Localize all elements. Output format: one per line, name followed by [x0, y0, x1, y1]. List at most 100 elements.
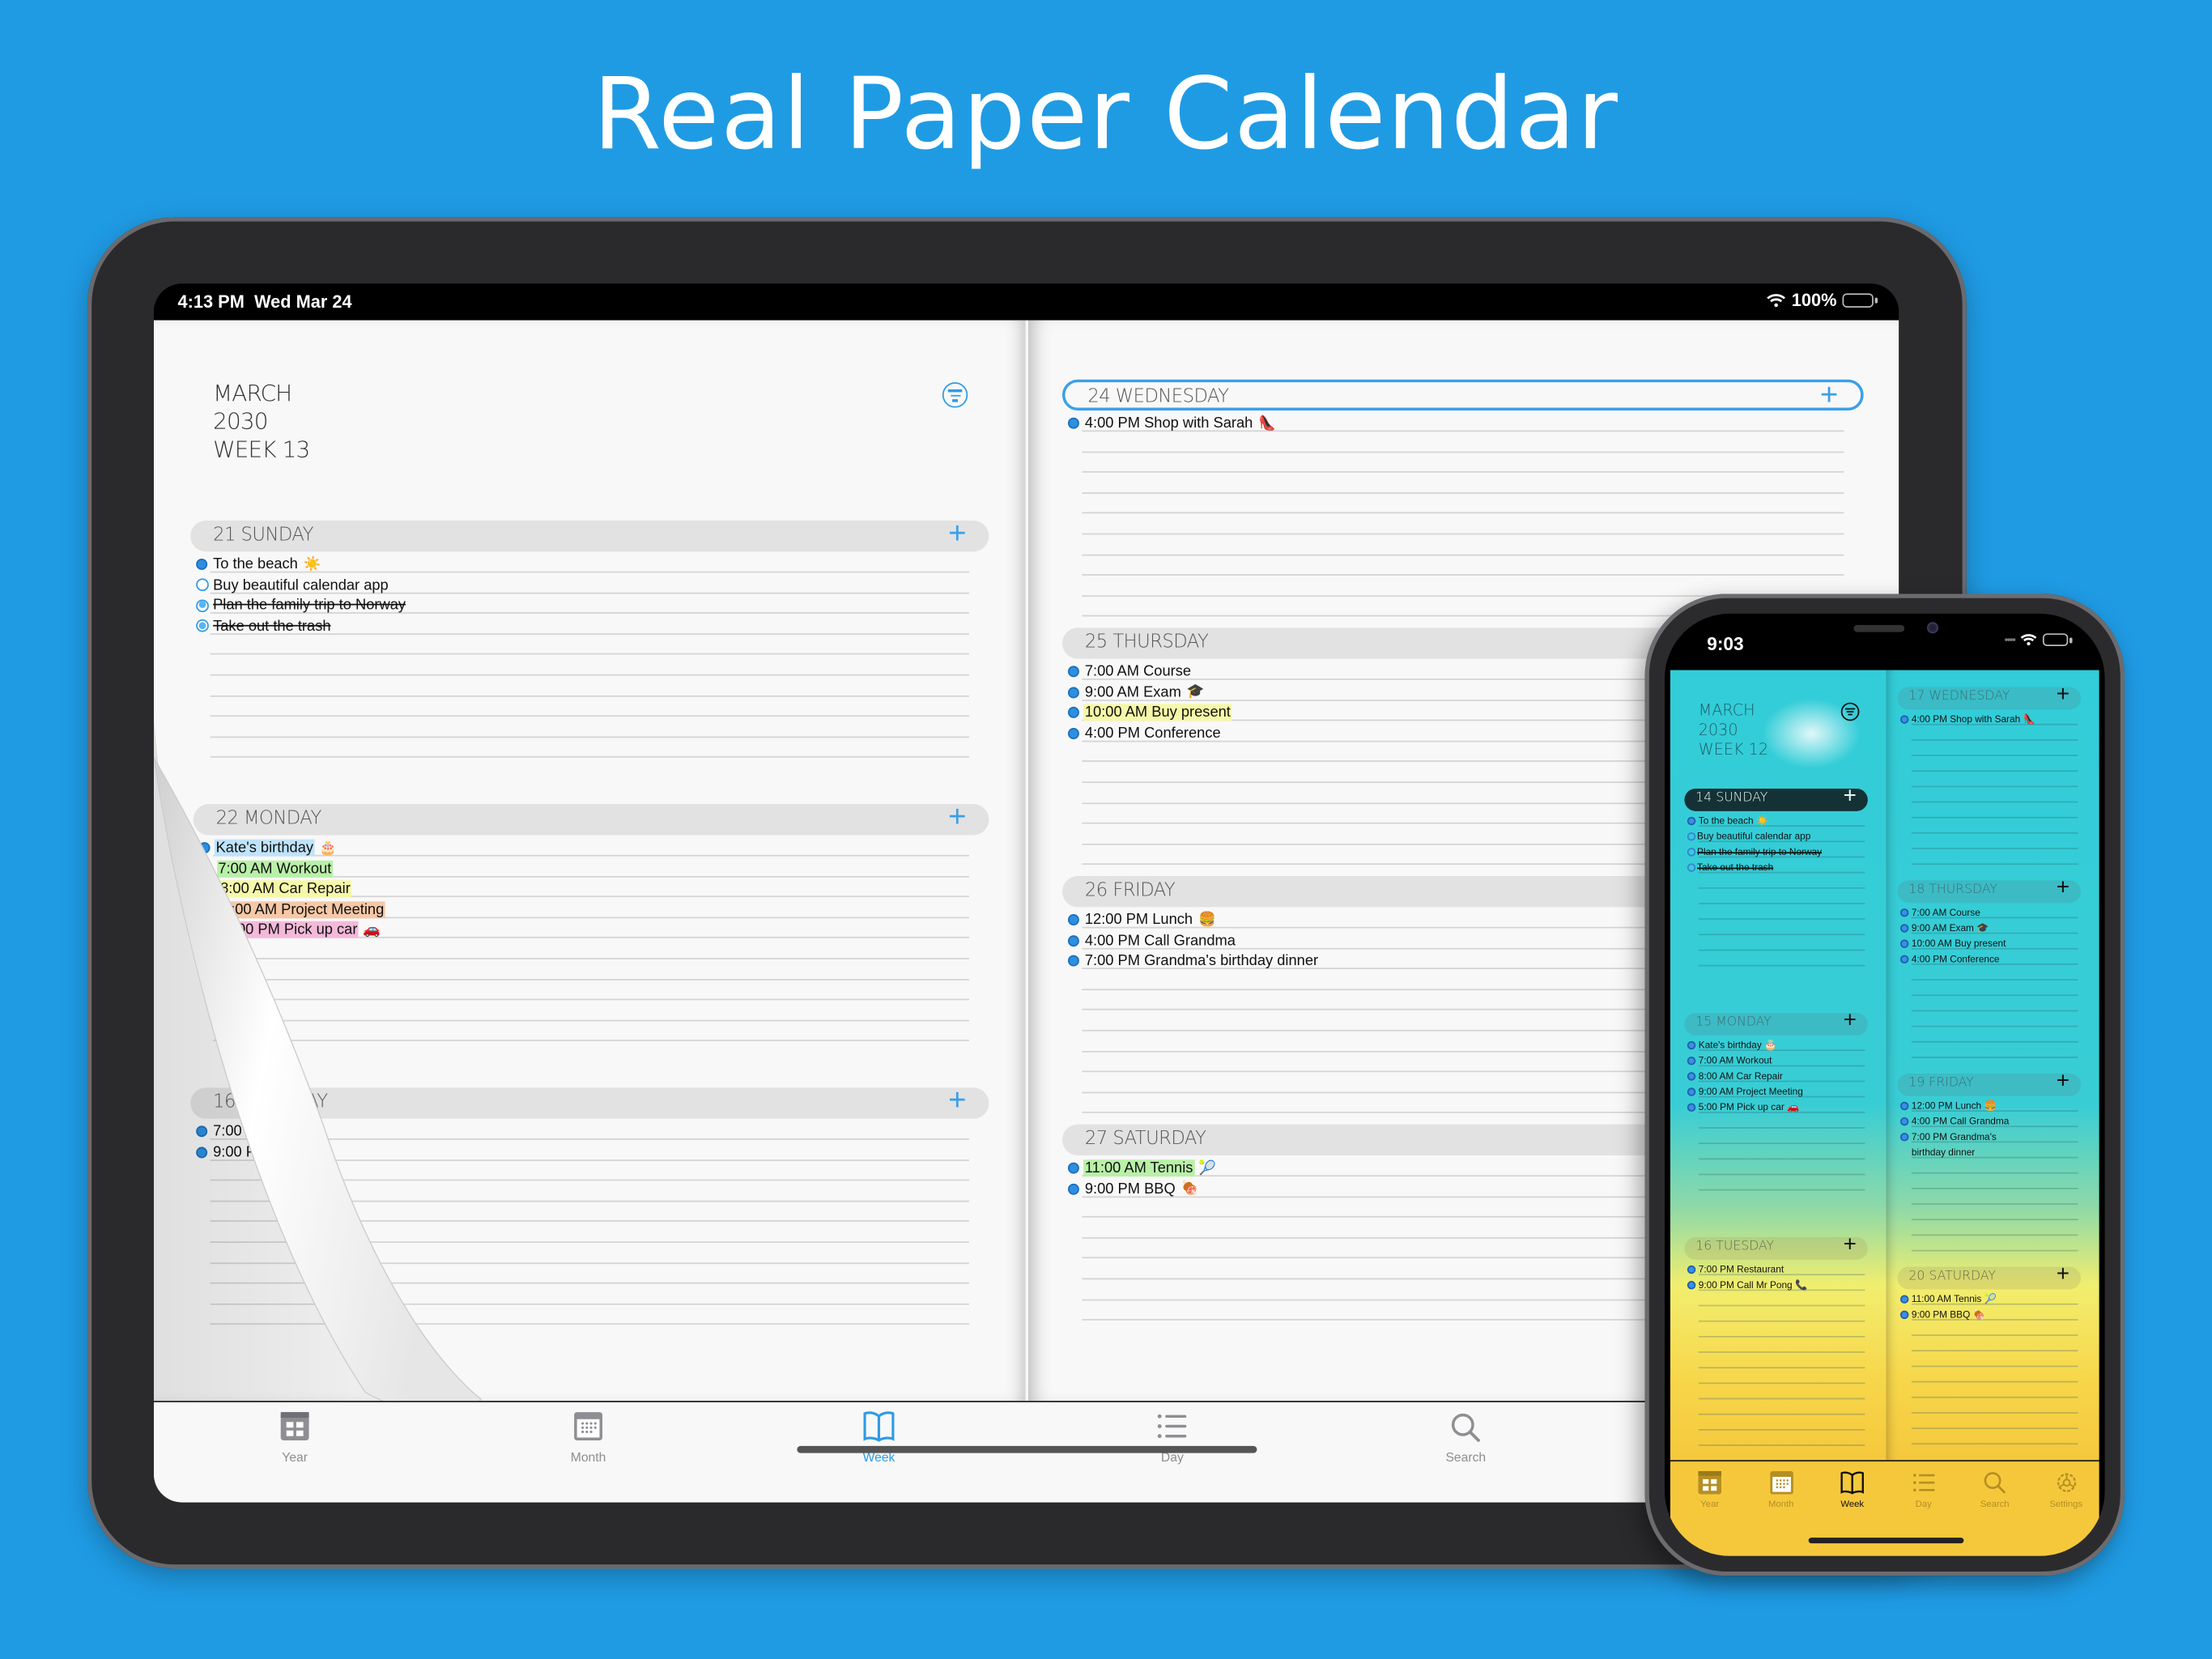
- ruled-line: [1082, 450, 1844, 453]
- tab-day[interactable]: Day: [1890, 1470, 1958, 1509]
- day-header[interactable]: 22 MONDAY +: [193, 801, 989, 836]
- event-item[interactable]: Buy beautiful calendar app: [1687, 830, 1810, 844]
- event-item[interactable]: birthday dinner: [1912, 1146, 1975, 1159]
- ruled-line: [1911, 1249, 2078, 1252]
- todo-checkbox[interactable]: [1687, 848, 1696, 857]
- event-item[interactable]: 7:00 AM Course: [1067, 661, 1193, 681]
- event-item[interactable]: 4:00 PM Shop with Sarah 👠: [1899, 713, 2035, 726]
- home-indicator[interactable]: [1808, 1538, 1964, 1544]
- add-event-icon[interactable]: +: [948, 1084, 966, 1116]
- day-header[interactable]: 14 SUNDAY +: [1684, 785, 1868, 811]
- event-item[interactable]: 4:00 PM Call Grandma: [1067, 930, 1237, 950]
- tab-search[interactable]: Search: [1961, 1470, 2029, 1509]
- tab-month[interactable]: Month: [1747, 1470, 1815, 1509]
- tab-day[interactable]: Day: [1116, 1410, 1228, 1465]
- event-item[interactable]: To the beach ☀️: [1687, 814, 1768, 827]
- ruled-line: [210, 756, 969, 759]
- add-event-icon[interactable]: +: [2057, 876, 2069, 901]
- event-item[interactable]: 5:00 PM Pick up car 🚗: [207, 921, 381, 940]
- event-item[interactable]: 11:00 AM Tennis 🎾: [1067, 1158, 1216, 1177]
- event-item[interactable]: 7:00 AM Course: [1899, 906, 1980, 920]
- filter-icon[interactable]: [1840, 702, 1860, 721]
- event-item[interactable]: 9:00 PM Call 📞: [196, 1142, 321, 1162]
- month-label: MARCH: [213, 379, 292, 406]
- event-item[interactable]: 4:00 PM Shop with Sarah 👠: [1067, 414, 1276, 433]
- todo-checkbox-checked[interactable]: [196, 619, 209, 633]
- todo-checkbox[interactable]: [1687, 863, 1696, 872]
- event-item[interactable]: 12:00 PM Lunch 🍔: [1067, 910, 1216, 929]
- event-item[interactable]: 9:00 AM Project Meeting: [206, 900, 386, 919]
- event-item[interactable]: 10:00 AM Buy present: [1067, 703, 1232, 722]
- event-item[interactable]: 4:00 PM Conference: [1899, 952, 2000, 966]
- add-event-icon[interactable]: +: [2057, 1262, 2069, 1287]
- todo-checkbox[interactable]: [196, 578, 209, 592]
- event-item[interactable]: 7:00 AM Workout: [201, 858, 334, 878]
- home-indicator[interactable]: [797, 1445, 1257, 1453]
- add-event-icon[interactable]: +: [948, 801, 966, 832]
- event-item[interactable]: 7:00 PM Res: [196, 1121, 300, 1141]
- day-header[interactable]: 15 MONDAY +: [1684, 1009, 1868, 1036]
- event-item[interactable]: 4:00 PM Call Grandma: [1899, 1114, 2009, 1128]
- event-emoji-icon: 📞: [303, 1144, 321, 1160]
- event-item[interactable]: 7:00 PM Grandma's: [1899, 1130, 1997, 1144]
- day-header[interactable]: 24 WEDNESDAY +: [1061, 379, 1864, 411]
- add-event-icon[interactable]: +: [2057, 683, 2069, 708]
- tab-search[interactable]: Search: [1410, 1410, 1522, 1465]
- add-event-icon[interactable]: +: [1844, 785, 1857, 810]
- event-text: birthday dinner: [1911, 1147, 1976, 1158]
- ruled-line: [213, 958, 969, 959]
- filter-icon[interactable]: [942, 382, 968, 408]
- day-header[interactable]: 20 SATURDAY +: [1897, 1262, 2081, 1290]
- tab-week[interactable]: Week: [1819, 1470, 1887, 1509]
- event-item[interactable]: 4:00 PM Conference: [1067, 723, 1222, 742]
- tab-year[interactable]: Year: [1676, 1470, 1744, 1509]
- event-item[interactable]: Kate's birthday 🎂: [198, 838, 337, 857]
- event-item[interactable]: To the beach ☀️: [196, 555, 321, 574]
- todo-checkbox-checked[interactable]: [196, 598, 209, 612]
- event-dot-icon: [1067, 707, 1079, 719]
- event-item[interactable]: 8:00 AM Car Repair: [1687, 1070, 1783, 1083]
- event-item[interactable]: Plan the family trip to Norway: [196, 596, 407, 615]
- tab-year[interactable]: Year: [238, 1410, 351, 1465]
- day-header[interactable]: 17 WEDNESDAY +: [1897, 683, 2081, 710]
- event-item[interactable]: 7:00 AM Workout: [1687, 1054, 1772, 1068]
- event-item[interactable]: 12:00 PM Lunch 🍔: [1899, 1099, 1997, 1112]
- day-header[interactable]: 18 THURSDAY +: [1897, 876, 2081, 904]
- event-item[interactable]: 9:00 PM BBQ 🍖: [1067, 1179, 1198, 1198]
- day-header[interactable]: 21 SUNDAY +: [190, 517, 989, 552]
- event-text: 9:00 AM Project Meeting: [221, 901, 386, 918]
- event-item[interactable]: 9:00 AM Project Meeting: [1687, 1085, 1803, 1099]
- event-text: 9:00 AM Exam: [1911, 923, 1974, 934]
- event-item[interactable]: 7:00 PM Restaurant: [1687, 1262, 1784, 1276]
- add-event-icon[interactable]: +: [1820, 379, 1838, 410]
- tab-week[interactable]: Week: [823, 1410, 935, 1465]
- add-event-icon[interactable]: +: [1844, 1009, 1857, 1034]
- ruled-line: [1698, 1304, 1865, 1307]
- event-item[interactable]: 5:00 PM Pick up car 🚗: [1687, 1100, 1799, 1114]
- event-item[interactable]: 9:00 AM Exam 🎓: [1067, 683, 1205, 702]
- tab-settings[interactable]: Settings: [2032, 1470, 2100, 1509]
- event-text: Plan the family trip to Norway: [213, 597, 406, 615]
- event-item[interactable]: Plan the family trip to Norway: [1687, 845, 1822, 859]
- todo-checkbox[interactable]: [1687, 832, 1696, 841]
- event-item[interactable]: Buy beautiful calendar app: [196, 575, 389, 594]
- event-item[interactable]: 9:00 PM Call Mr Pong 📞: [1687, 1278, 1807, 1292]
- day-header[interactable]: 19 FRIDAY +: [1897, 1070, 2081, 1096]
- add-event-icon[interactable]: +: [948, 517, 966, 548]
- event-dot-icon: [1067, 666, 1079, 678]
- event-item[interactable]: 9:00 PM BBQ 🍖: [1899, 1308, 1985, 1321]
- tab-month[interactable]: Month: [532, 1410, 644, 1465]
- day-header[interactable]: 16 TUESDAY +: [1684, 1233, 1868, 1260]
- add-event-icon[interactable]: +: [2057, 1070, 2069, 1095]
- ruled-line: [1698, 1397, 1865, 1400]
- add-event-icon[interactable]: +: [1844, 1233, 1857, 1258]
- event-item[interactable]: 9:00 AM Exam 🎓: [1899, 921, 1989, 935]
- event-item[interactable]: 8:00 AM Car Repair: [203, 879, 352, 899]
- event-item[interactable]: Kate's birthday 🎂: [1687, 1038, 1776, 1052]
- event-item[interactable]: Take out the trash: [1687, 861, 1773, 874]
- event-item[interactable]: 7:00 PM Grandma's birthday dinner: [1067, 951, 1320, 971]
- event-item[interactable]: 10:00 AM Buy present: [1899, 937, 2006, 951]
- day-header[interactable]: 16 TUES AY +: [190, 1084, 989, 1119]
- event-item[interactable]: Take out the trash: [196, 616, 332, 636]
- event-item[interactable]: 11:00 AM Tennis 🎾: [1899, 1292, 1997, 1306]
